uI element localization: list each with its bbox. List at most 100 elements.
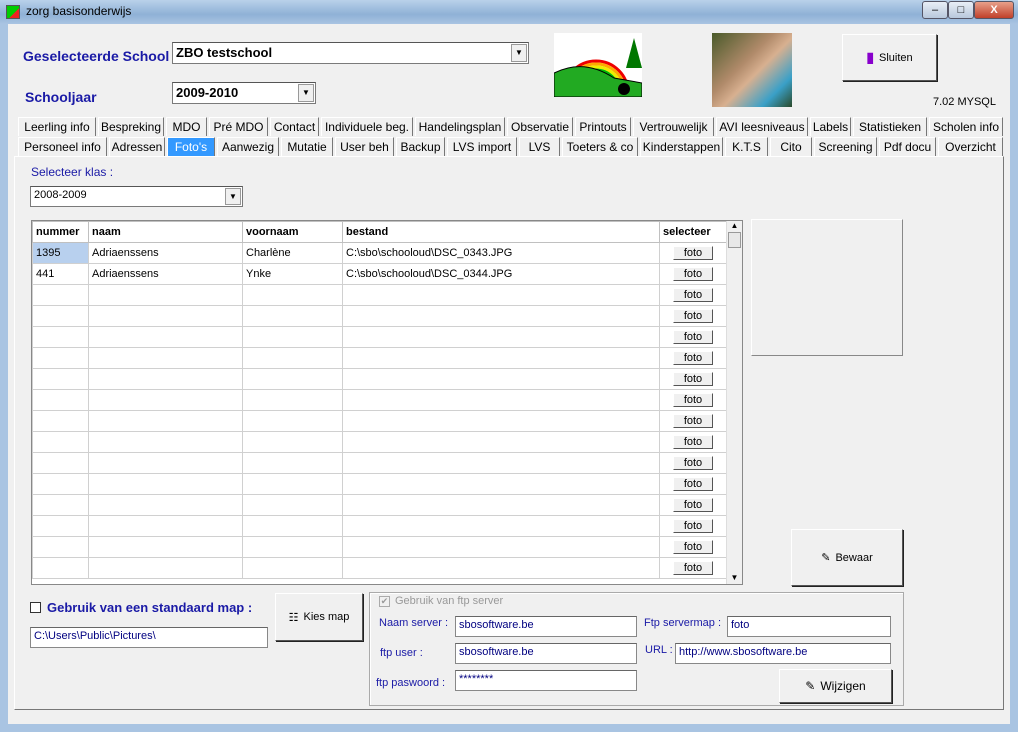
tab-leerling-info[interactable]: Leerling info <box>18 117 96 136</box>
table-row[interactable]: foto <box>32 494 727 516</box>
chevron-down-icon[interactable]: ▼ <box>225 188 241 205</box>
tab-adressen[interactable]: Adressen <box>109 137 165 156</box>
table-row[interactable]: 1395 Adriaenssens Charlène C:\sbo\schooloud… <box>32 242 727 264</box>
url-input[interactable]: http://www.sbosoftware.be <box>675 643 891 664</box>
tab-aanwezig[interactable]: Aanwezig <box>217 137 279 156</box>
schooljaar-select[interactable]: 2009-2010 ▼ <box>172 82 316 104</box>
servermap-input[interactable]: foto <box>727 616 891 637</box>
password-input[interactable]: ******** <box>455 670 637 691</box>
maximize-button[interactable]: □ <box>948 1 974 19</box>
tab-bespreking[interactable]: Bespreking <box>98 117 164 136</box>
foto-button[interactable]: foto <box>673 393 713 407</box>
table-row[interactable]: foto <box>32 305 727 327</box>
minimize-button[interactable]: – <box>922 1 948 19</box>
tab-statistieken[interactable]: Statistieken <box>853 117 927 136</box>
tab-k-t-s[interactable]: K.T.S <box>725 137 768 156</box>
tab-lvs-import[interactable]: LVS import <box>447 137 517 156</box>
table-row[interactable]: foto <box>32 557 727 579</box>
scroll-thumb[interactable] <box>728 232 741 248</box>
foto-button[interactable]: foto <box>673 330 713 344</box>
checkbox-checked-icon[interactable]: ✔ <box>379 595 390 607</box>
ftp-checkbox[interactable]: ✔ Gebruik van ftp server <box>379 595 503 607</box>
tab-pr-mdo[interactable]: Pré MDO <box>209 117 268 136</box>
foto-button[interactable]: foto <box>673 477 713 491</box>
tab-overzicht[interactable]: Overzicht <box>938 137 1003 156</box>
tab-kinderstappen[interactable]: Kinderstappen <box>640 137 723 156</box>
foto-button[interactable]: foto <box>673 267 713 281</box>
tab-foto-s[interactable]: Foto's <box>167 137 215 156</box>
table-row[interactable]: foto <box>32 452 727 474</box>
foto-button[interactable]: foto <box>673 351 713 365</box>
column-header-selecteer[interactable]: selecteer <box>659 221 727 243</box>
tab-user-beh[interactable]: User beh <box>335 137 394 156</box>
table-row[interactable]: foto <box>32 473 727 495</box>
foto-button[interactable]: foto <box>673 456 713 470</box>
tab-observatie[interactable]: Observatie <box>507 117 573 136</box>
tab-handelingsplan[interactable]: Handelingsplan <box>415 117 505 136</box>
tab-screening[interactable]: Screening <box>814 137 877 156</box>
table-row[interactable]: foto <box>32 410 727 432</box>
table-row[interactable]: foto <box>32 284 727 306</box>
wijzigen-button[interactable]: ✎ Wijzigen <box>779 669 892 703</box>
cell-naam <box>88 305 243 327</box>
tab-individuele-beg-[interactable]: Individuele beg. <box>321 117 413 136</box>
close-window-button[interactable]: X <box>974 1 1014 19</box>
scroll-down-icon[interactable]: ▼ <box>727 573 742 582</box>
column-header-nummer[interactable]: nummer <box>32 221 89 243</box>
tab-pdf-docu[interactable]: Pdf docu <box>879 137 936 156</box>
table-scrollbar[interactable]: ▲ ▼ <box>726 221 742 584</box>
foto-button[interactable]: foto <box>673 246 713 260</box>
user-label: ftp user : <box>380 647 423 659</box>
column-header-bestand[interactable]: bestand <box>342 221 660 243</box>
server-input[interactable]: sbosoftware.be <box>455 616 637 637</box>
table-row[interactable]: foto <box>32 515 727 537</box>
foto-button[interactable]: foto <box>673 540 713 554</box>
user-input[interactable]: sbosoftware.be <box>455 643 637 664</box>
tab-contact[interactable]: Contact <box>270 117 319 136</box>
tab-backup[interactable]: Backup <box>396 137 445 156</box>
table-row[interactable]: foto <box>32 326 727 348</box>
tab-mdo[interactable]: MDO <box>166 117 207 136</box>
cell-selecteer: foto <box>659 389 727 411</box>
table-row[interactable]: foto <box>32 431 727 453</box>
foto-button[interactable]: foto <box>673 288 713 302</box>
tab-personeel-info[interactable]: Personeel info <box>18 137 107 156</box>
tab-vertrouwelijk[interactable]: Vertrouwelijk <box>633 117 714 136</box>
column-header-naam[interactable]: naam <box>88 221 243 243</box>
table-row[interactable]: foto <box>32 389 727 411</box>
standard-map-path-input[interactable]: C:\Users\Public\Pictures\ <box>30 627 268 648</box>
cell-bestand <box>342 452 660 474</box>
sluiten-button[interactable]: ▮ Sluiten <box>842 34 937 81</box>
foto-button[interactable]: foto <box>673 435 713 449</box>
checkbox[interactable] <box>30 602 41 613</box>
tab-lvs[interactable]: LVS <box>519 137 560 156</box>
kies-map-button[interactable]: ☷ Kies map <box>275 593 363 641</box>
tab-avi-leesniveaus[interactable]: AVI leesniveaus <box>716 117 808 136</box>
foto-button[interactable]: foto <box>673 309 713 323</box>
foto-button[interactable]: foto <box>673 414 713 428</box>
table-row[interactable]: foto <box>32 347 727 369</box>
klas-select[interactable]: 2008-2009 ▼ <box>30 186 243 207</box>
foto-button[interactable]: foto <box>673 498 713 512</box>
chevron-down-icon[interactable]: ▼ <box>511 44 527 62</box>
table-row[interactable]: foto <box>32 536 727 558</box>
tab-cito[interactable]: Cito <box>770 137 812 156</box>
column-header-voornaam[interactable]: voornaam <box>242 221 343 243</box>
table-row[interactable]: foto <box>32 368 727 390</box>
tab-mutatie[interactable]: Mutatie <box>281 137 333 156</box>
tab-labels[interactable]: Labels <box>810 117 851 136</box>
standard-map-checkbox[interactable]: Gebruik van een standaard map : <box>30 600 252 615</box>
tab-scholen-info[interactable]: Scholen info <box>929 117 1003 136</box>
table-row[interactable]: 441 Adriaenssens Ynke C:\sbo\schooloud\DSC_… <box>32 263 727 285</box>
bewaar-button[interactable]: ✎ Bewaar <box>791 529 903 586</box>
foto-button[interactable]: foto <box>673 372 713 386</box>
cell-bestand <box>342 305 660 327</box>
school-select[interactable]: ZBO testschool ▼ <box>172 42 529 64</box>
scroll-up-icon[interactable]: ▲ <box>727 221 742 230</box>
tab-printouts[interactable]: Printouts <box>575 117 631 136</box>
chevron-down-icon[interactable]: ▼ <box>298 84 314 102</box>
tab-toeters-co[interactable]: Toeters & co <box>562 137 638 156</box>
foto-button[interactable]: foto <box>673 519 713 533</box>
rainbow-logo <box>554 33 642 97</box>
foto-button[interactable]: foto <box>673 561 713 575</box>
